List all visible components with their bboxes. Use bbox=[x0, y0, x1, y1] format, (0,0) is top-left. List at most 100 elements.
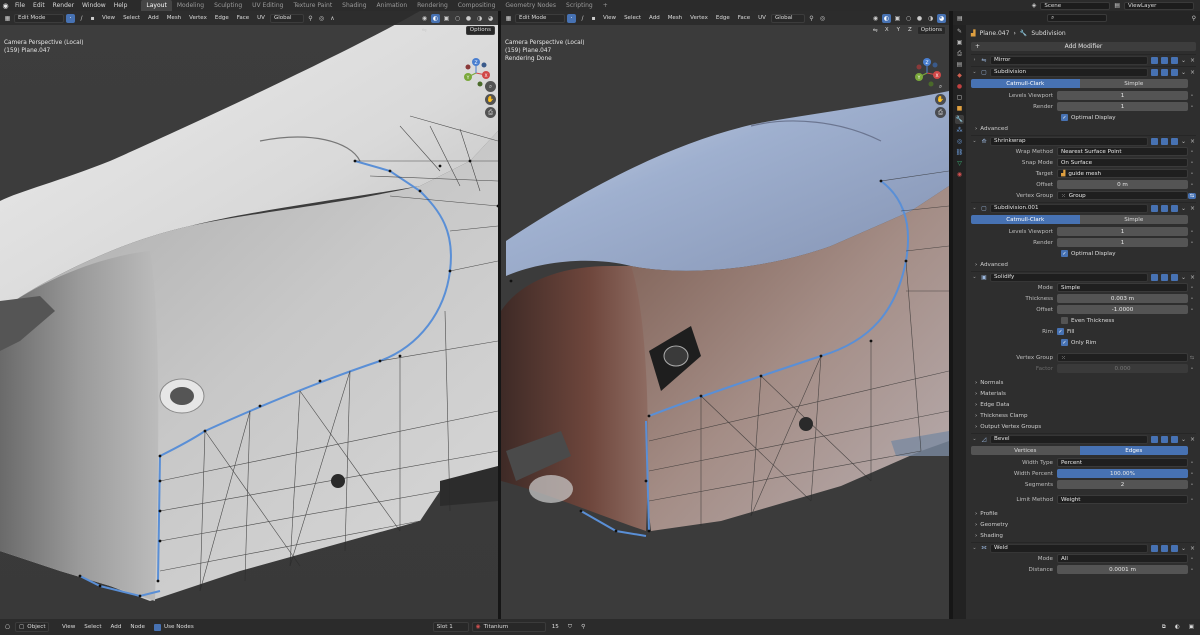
keyframe-dot-icon[interactable]: • bbox=[1188, 296, 1196, 302]
physics-tab-icon[interactable]: ◎ bbox=[955, 137, 964, 146]
keyframe-dot-icon[interactable]: • bbox=[1188, 182, 1196, 188]
catmull-clark-button[interactable]: Catmull-Clark bbox=[971, 79, 1080, 88]
thickness-clamp-subpanel[interactable]: › Thickness Clamp bbox=[971, 410, 1196, 421]
mode-dropdown[interactable]: Edit Mode bbox=[515, 13, 565, 23]
menu-file[interactable]: File bbox=[11, 2, 29, 9]
edit-mode-toggle-icon[interactable] bbox=[1151, 544, 1158, 552]
factor-field[interactable]: 0.000 bbox=[1057, 364, 1188, 373]
overlays-icon[interactable]: ◐ bbox=[431, 13, 440, 23]
keyframe-dot-icon[interactable]: • bbox=[1188, 104, 1196, 110]
tab-texture-paint[interactable]: Texture Paint bbox=[288, 0, 337, 11]
slot-dropdown[interactable]: Slot 1 bbox=[432, 622, 469, 632]
mirror-axis-icon[interactable]: ⇋ bbox=[871, 26, 880, 35]
pan-hand-icon[interactable]: ✋ bbox=[485, 94, 496, 105]
scene-selector[interactable]: Scene bbox=[1040, 1, 1111, 10]
advanced-subpanel[interactable]: › Advanced bbox=[971, 123, 1196, 134]
modifier-name-field[interactable]: Solidify bbox=[990, 272, 1148, 282]
snap-icon[interactable]: ⚲ bbox=[306, 14, 315, 23]
particles-tab-icon[interactable]: ⁂ bbox=[955, 126, 964, 135]
menu-edit[interactable]: Edit bbox=[29, 2, 49, 9]
modifier-name-field[interactable]: Bevel bbox=[990, 434, 1148, 444]
menu-help[interactable]: Help bbox=[110, 2, 132, 9]
rendered-shading-icon[interactable]: ◕ bbox=[486, 14, 495, 23]
viewport-toggle-icon[interactable] bbox=[1161, 204, 1168, 212]
render-levels-field[interactable]: 1 bbox=[1057, 102, 1188, 111]
editor-type-icon[interactable]: ▦ bbox=[3, 14, 12, 23]
edge-select-icon[interactable]: / bbox=[578, 14, 587, 23]
menu-edge[interactable]: Edge bbox=[212, 15, 232, 21]
collection-tab-icon[interactable]: ▢ bbox=[955, 93, 964, 102]
menu-select[interactable]: Select bbox=[621, 15, 644, 21]
modifier-mirror-header[interactable]: › ⇋ Mirror ⌄ × bbox=[971, 54, 1196, 65]
menu-mesh[interactable]: Mesh bbox=[665, 15, 685, 21]
menu-window[interactable]: Window bbox=[78, 2, 110, 9]
tab-shading[interactable]: Shading bbox=[337, 0, 371, 11]
dropdown-chevron-icon[interactable]: ⌄ bbox=[1180, 69, 1187, 76]
target-field[interactable]: ▟ guide mesh bbox=[1057, 169, 1188, 178]
tab-layout[interactable]: Layout bbox=[141, 0, 172, 11]
axis-x[interactable]: X bbox=[431, 27, 441, 33]
close-icon[interactable]: × bbox=[1189, 274, 1196, 281]
normals-subpanel[interactable]: › Normals bbox=[971, 377, 1196, 388]
visibility-icon[interactable]: ◉ bbox=[420, 14, 429, 23]
modifier-subdivision-header[interactable]: ⌄ ▢ Subdivision ⌄ × bbox=[971, 66, 1196, 77]
edit-mode-toggle-icon[interactable] bbox=[1151, 68, 1158, 76]
profile-subpanel[interactable]: › Profile bbox=[971, 508, 1196, 519]
catmull-clark-button[interactable]: Catmull-Clark bbox=[971, 215, 1080, 224]
dropdown-chevron-icon[interactable]: ⌄ bbox=[1180, 545, 1187, 552]
collapse-chevron-icon[interactable]: ⌄ bbox=[971, 545, 978, 551]
orientation-dropdown[interactable]: Global bbox=[770, 13, 805, 23]
render-toggle-icon[interactable] bbox=[1171, 544, 1178, 552]
segments-field[interactable]: 2 bbox=[1057, 480, 1188, 489]
menu-vertex[interactable]: Vertex bbox=[186, 15, 210, 21]
axis-z[interactable]: Z bbox=[454, 27, 464, 33]
modifier-name-field[interactable]: Subdivision.001 bbox=[990, 203, 1148, 213]
edit-mode-toggle-icon[interactable] bbox=[1151, 204, 1158, 212]
material-shading-icon[interactable]: ◑ bbox=[475, 14, 484, 23]
overlay-icon[interactable]: ◐ bbox=[1172, 624, 1183, 630]
tab-sculpting[interactable]: Sculpting bbox=[209, 0, 247, 11]
menu-face[interactable]: Face bbox=[234, 15, 252, 21]
edit-mode-toggle-icon[interactable] bbox=[1151, 137, 1158, 145]
material-selector[interactable]: ◉ Titanium bbox=[471, 622, 546, 632]
wireframe-shading-icon[interactable]: ○ bbox=[904, 14, 913, 23]
menu-uv[interactable]: UV bbox=[755, 15, 769, 21]
materials-subpanel[interactable]: › Materials bbox=[971, 388, 1196, 399]
collapse-chevron-icon[interactable]: ⌄ bbox=[971, 205, 978, 211]
offset-field[interactable]: 0 m bbox=[1057, 180, 1188, 189]
even-thickness-checkbox[interactable]: Even Thickness bbox=[971, 315, 1196, 326]
view-layer-selector[interactable]: ViewLayer bbox=[1124, 1, 1194, 10]
modifier-solidify-header[interactable]: ⌄ ▣ Solidify ⌄ × bbox=[971, 271, 1196, 282]
face-select-icon[interactable]: ▪ bbox=[88, 14, 97, 23]
tab-scripting[interactable]: Scripting bbox=[561, 0, 598, 11]
proportional-edit-icon[interactable]: ◎ bbox=[317, 14, 326, 23]
render-toggle-icon[interactable] bbox=[1171, 204, 1178, 212]
editor-type-icon[interactable]: ⎔ bbox=[3, 623, 12, 632]
xray-icon[interactable]: ▣ bbox=[893, 14, 902, 23]
levels-viewport-field[interactable]: 1 bbox=[1057, 227, 1188, 236]
xray-icon[interactable]: ▣ bbox=[442, 14, 451, 23]
output-vertex-groups-subpanel[interactable]: › Output Vertex Groups bbox=[971, 421, 1196, 432]
rendered-shading-icon[interactable]: ◕ bbox=[937, 13, 946, 23]
keyframe-dot-icon[interactable]: • bbox=[1188, 307, 1196, 313]
width-type-dropdown[interactable]: Percent bbox=[1057, 458, 1188, 467]
collapse-chevron-icon[interactable]: ⌄ bbox=[971, 274, 978, 280]
menu-add[interactable]: Add bbox=[145, 15, 162, 21]
viewport-right[interactable]: ▦ Edit Mode · / ▪ View Select Add Mesh V… bbox=[501, 11, 949, 619]
collapse-chevron-icon[interactable]: ⌄ bbox=[971, 138, 978, 144]
tool-tab-icon[interactable]: ✎ bbox=[955, 27, 964, 36]
close-icon[interactable]: × bbox=[1189, 57, 1196, 64]
use-nodes-checkbox[interactable]: Use Nodes bbox=[151, 622, 197, 632]
close-icon[interactable]: × bbox=[1189, 436, 1196, 443]
menu-view[interactable]: View bbox=[99, 15, 118, 21]
camera-view-icon[interactable]: ⎙ bbox=[935, 107, 946, 118]
tab-geometry-nodes[interactable]: Geometry Nodes bbox=[500, 0, 561, 11]
axis-x[interactable]: X bbox=[882, 27, 892, 33]
edge-data-subpanel[interactable]: › Edge Data bbox=[971, 399, 1196, 410]
options-dropdown[interactable]: Options bbox=[916, 25, 946, 35]
mode-dropdown[interactable]: Edit Mode bbox=[14, 13, 64, 23]
falloff-icon[interactable]: ∧ bbox=[328, 14, 337, 23]
output-tab-icon[interactable]: ⎙ bbox=[955, 49, 964, 58]
keyframe-dot-icon[interactable]: • bbox=[1188, 366, 1196, 372]
blender-logo-icon[interactable]: ◉ bbox=[0, 0, 11, 11]
